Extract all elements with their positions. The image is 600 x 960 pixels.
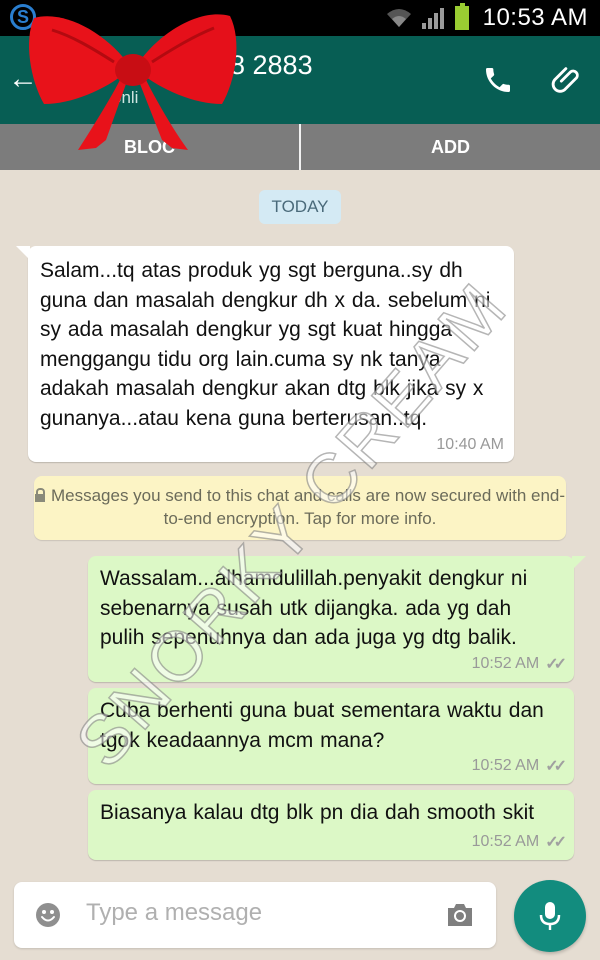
message-meta: 10:52 AM ✓✓ bbox=[471, 832, 567, 852]
outgoing-message-text: Biasanya kalau dtg blk pn dia dah smooth… bbox=[100, 801, 535, 824]
incoming-message-time: 10:40 AM bbox=[436, 436, 504, 453]
double-check-icon: ✓✓ bbox=[545, 656, 567, 673]
signal-icon bbox=[421, 8, 444, 29]
outgoing-message[interactable]: Biasanya kalau dtg blk pn dia dah smooth… bbox=[88, 790, 574, 860]
outgoing-message-time: 10:52 AM bbox=[471, 655, 540, 672]
input-bar: Type a message bbox=[0, 876, 600, 960]
message-placeholder: Type a message bbox=[86, 899, 263, 926]
mic-button[interactable] bbox=[514, 880, 586, 952]
outgoing-message-time: 10:52 AM bbox=[471, 833, 540, 850]
emoji-icon[interactable] bbox=[34, 901, 62, 929]
chat-area[interactable]: TODAY Salam...tq atas produk yg sgt berg… bbox=[0, 170, 600, 876]
double-check-icon: ✓✓ bbox=[545, 834, 567, 851]
paperclip-icon[interactable] bbox=[550, 62, 584, 96]
mic-icon bbox=[539, 902, 561, 930]
message-input[interactable]: Type a message bbox=[14, 882, 496, 948]
status-right: 10:53 AM bbox=[385, 3, 588, 32]
message-meta: 10:52 AM ✓✓ bbox=[471, 654, 567, 674]
camera-icon[interactable] bbox=[444, 900, 476, 930]
wifi-icon bbox=[386, 9, 411, 27]
message-meta: 10:52 AM ✓✓ bbox=[471, 756, 567, 776]
phone-icon[interactable] bbox=[482, 64, 514, 96]
status-time: 10:53 AM bbox=[482, 4, 588, 31]
double-check-icon: ✓✓ bbox=[545, 758, 567, 775]
add-button[interactable]: ADD bbox=[301, 124, 600, 170]
date-divider: TODAY bbox=[259, 190, 341, 224]
outgoing-message-time: 10:52 AM bbox=[471, 757, 540, 774]
lock-icon bbox=[34, 488, 45, 502]
battery-icon bbox=[454, 3, 469, 30]
ribbon-bow bbox=[29, 14, 237, 150]
